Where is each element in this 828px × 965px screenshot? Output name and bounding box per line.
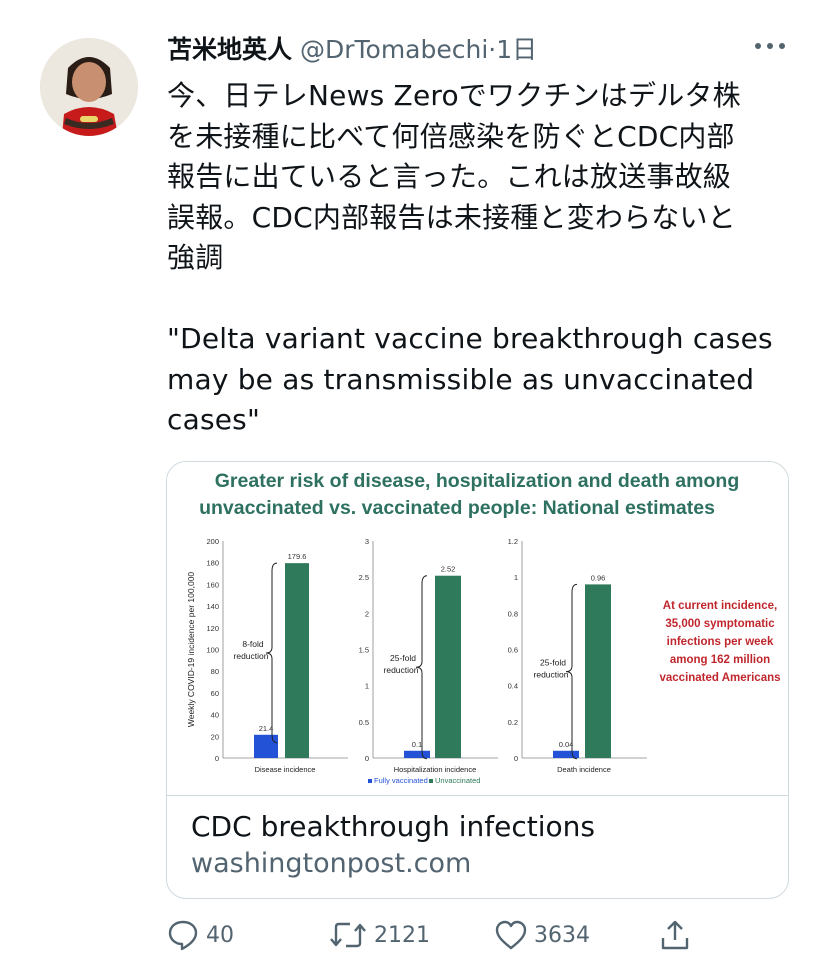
bar-value-label: 0.04	[559, 740, 574, 749]
tweet-actions: 40 2121 3634	[166, 915, 706, 955]
author-avatar[interactable]	[40, 38, 138, 136]
x-category-label: Disease incidence	[255, 765, 316, 774]
y-tick-label: 0	[514, 754, 518, 763]
bar-value-label: 2.52	[441, 565, 456, 574]
reduction-label: 8-fold	[242, 639, 264, 649]
y-tick-label: 20	[211, 732, 219, 741]
y-tick-label: 60	[211, 689, 219, 698]
y-tick-label: 0.6	[508, 646, 518, 655]
y-tick-label: 0	[365, 754, 369, 763]
y-tick-label: 2.5	[359, 573, 369, 582]
author-name[interactable]: 苫米地英人	[167, 35, 292, 64]
bar-fully-vaccinated	[553, 750, 579, 758]
y-tick-label: 120	[206, 624, 219, 633]
bar-value-label: 0.96	[591, 573, 606, 582]
note-line-4: among 162 million	[670, 654, 770, 666]
note-line-5: vaccinated Americans	[659, 672, 780, 684]
y-tick-label: 2	[365, 609, 369, 618]
y-tick-label: 160	[206, 580, 219, 589]
bar-unvaccinated	[585, 584, 611, 758]
reply-button[interactable]: 40	[166, 915, 234, 955]
chart-note: At current incidence, 35,000 symptomatic…	[659, 600, 780, 684]
heart-icon	[495, 920, 527, 950]
x-category-label: Death incidence	[557, 765, 611, 774]
x-category-label: Hospitalization incidence	[394, 765, 477, 774]
chart-legend: Fully vaccinated Unvaccinated	[368, 776, 480, 785]
retweet-icon	[330, 922, 366, 948]
card-title[interactable]: CDC breakthrough infections	[191, 810, 595, 843]
y-tick-label: 0.4	[508, 682, 518, 691]
retweet-button[interactable]: 2121	[328, 915, 430, 955]
bar-fully-vaccinated	[254, 734, 278, 758]
chart-headline-line2: unvaccinated vs. vaccinated people: Nati…	[199, 497, 715, 519]
reduction-label: reduction	[534, 670, 569, 680]
avatar-photo	[40, 38, 138, 136]
y-tick-label: 0.2	[508, 718, 518, 727]
share-icon	[661, 920, 689, 950]
y-axis-title: Weekly COVID-19 incidence per 100,000	[186, 572, 196, 728]
card-text[interactable]: CDC breakthrough infections washingtonpo…	[167, 795, 788, 898]
tweet-timestamp[interactable]: 1日	[496, 35, 537, 64]
y-tick-label: 0.5	[359, 718, 369, 727]
y-tick-label: 1	[365, 682, 369, 691]
share-button[interactable]	[658, 915, 692, 955]
link-card[interactable]: Greater risk of disease, hospitalization…	[166, 461, 789, 899]
y-tick-label: 40	[211, 711, 219, 720]
y-tick-label: 3	[365, 537, 369, 546]
legend-fully: Fully vaccinated	[374, 776, 428, 785]
chart-headline-line1: Greater risk of disease, hospitalization…	[215, 470, 739, 492]
y-tick-label: 1.2	[508, 537, 518, 546]
y-tick-label: 100	[206, 646, 219, 655]
bar-value-label: 179.6	[288, 552, 307, 561]
more-options-icon[interactable]	[752, 36, 788, 56]
reply-count: 40	[206, 922, 234, 948]
card-domain: washingtonpost.com	[191, 848, 472, 879]
bar-fully-vaccinated	[404, 750, 430, 758]
y-tick-label: 1.5	[359, 646, 369, 655]
cdc-chart: Greater risk of disease, hospitalization…	[186, 470, 781, 785]
retweet-count: 2121	[374, 922, 430, 948]
y-tick-label: 0	[215, 754, 219, 763]
legend-unvax: Unvaccinated	[435, 776, 480, 785]
tweet-header: 苫米地英人 @DrTomabechi·1日	[167, 30, 537, 66]
note-line-1: At current incidence,	[663, 600, 777, 612]
bar-value-label: 21.4	[259, 724, 274, 733]
reduction-label: 25-fold	[390, 653, 416, 663]
card-image: Greater risk of disease, hospitalization…	[167, 462, 788, 795]
reduction-label: 25-fold	[540, 658, 566, 668]
bar-unvaccinated	[435, 575, 461, 758]
legend-swatch-fully	[368, 779, 372, 783]
y-tick-label: 1	[514, 573, 518, 582]
bar-value-label: 0.1	[412, 740, 422, 749]
author-handle[interactable]: @DrTomabechi	[300, 35, 488, 64]
bar-unvaccinated	[285, 563, 309, 758]
chart-panels: 02040608010012014016018020021.4179.68-fo…	[186, 537, 647, 774]
tweet-text: 今、日テレNews Zeroでワクチンはデルタ株 を未接種に比べて何倍感染を防ぐ…	[167, 79, 773, 436]
note-line-3: infections per week	[667, 636, 774, 648]
y-tick-label: 0.8	[508, 609, 518, 618]
like-button[interactable]: 3634	[494, 915, 590, 955]
note-line-2: 35,000 symptomatic	[665, 618, 775, 630]
y-tick-label: 200	[206, 537, 219, 546]
reduction-label: reduction	[384, 665, 419, 675]
y-tick-label: 140	[206, 602, 219, 611]
y-tick-label: 180	[206, 559, 219, 568]
legend-swatch-unvax	[429, 779, 433, 783]
reply-icon	[168, 920, 198, 951]
reduction-label: reduction	[234, 651, 269, 661]
like-count: 3634	[534, 922, 590, 948]
y-tick-label: 80	[211, 667, 219, 676]
